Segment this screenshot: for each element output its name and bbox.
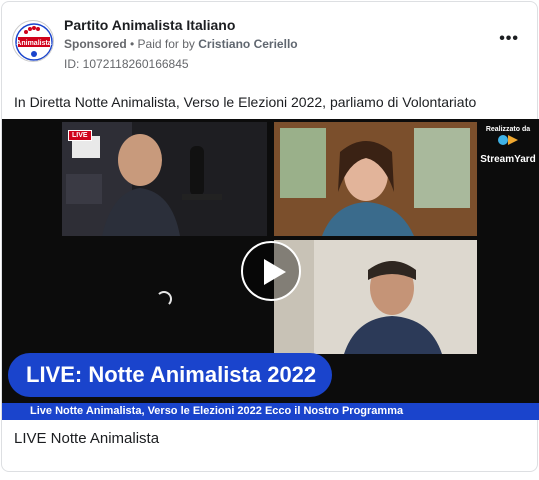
streamyard-watermark: Realizzato da StreamYard [478, 126, 538, 165]
sponsored-line: Sponsored • Paid for by Cristiano Ceriel… [64, 37, 298, 51]
live-tag: LIVE [68, 130, 92, 141]
post-header: Animalista Partito Animalista Italiano S… [2, 2, 539, 82]
ad-card: Animalista Partito Animalista Italiano S… [1, 1, 539, 472]
live-banner: LIVE: Notte Animalista 2022 [8, 353, 332, 397]
payer-name: Cristiano Ceriello [198, 37, 298, 51]
attachment-title[interactable]: LIVE Notte Animalista [14, 430, 159, 447]
guest-2-figure [274, 240, 477, 354]
video-player[interactable]: LIVE Realizzato da StreamYard LIVE: Nott… [2, 119, 539, 420]
party-logo-icon: Animalista [14, 22, 53, 61]
paid-for-label: Paid for by [137, 37, 199, 51]
more-options-button[interactable]: ••• [499, 30, 519, 48]
page-avatar[interactable]: Animalista [12, 20, 54, 62]
svg-text:Animalista: Animalista [16, 40, 52, 47]
video-feed-host: LIVE [62, 122, 267, 236]
sponsored-label: Sponsored [64, 37, 127, 51]
guest-1-figure [274, 122, 477, 236]
video-feed-guest-2 [274, 240, 477, 354]
watermark-brand: StreamYard [480, 154, 536, 165]
video-feed-guest-1 [274, 122, 477, 236]
page-name-link[interactable]: Partito Animalista Italiano [64, 17, 235, 33]
news-ticker: Live Notte Animalista, Verso le Elezioni… [2, 403, 539, 420]
host-figure [62, 122, 267, 236]
streamyard-logo-icon [498, 135, 518, 145]
separator-dot: • [126, 37, 138, 51]
play-button[interactable] [241, 241, 301, 301]
watermark-realized: Realizzato da [485, 126, 531, 133]
ad-id: ID: 1072118260166845 [64, 57, 189, 71]
post-caption: In Diretta Notte Animalista, Verso le El… [14, 94, 477, 110]
loading-spinner-icon [156, 291, 172, 307]
play-icon [264, 259, 286, 285]
